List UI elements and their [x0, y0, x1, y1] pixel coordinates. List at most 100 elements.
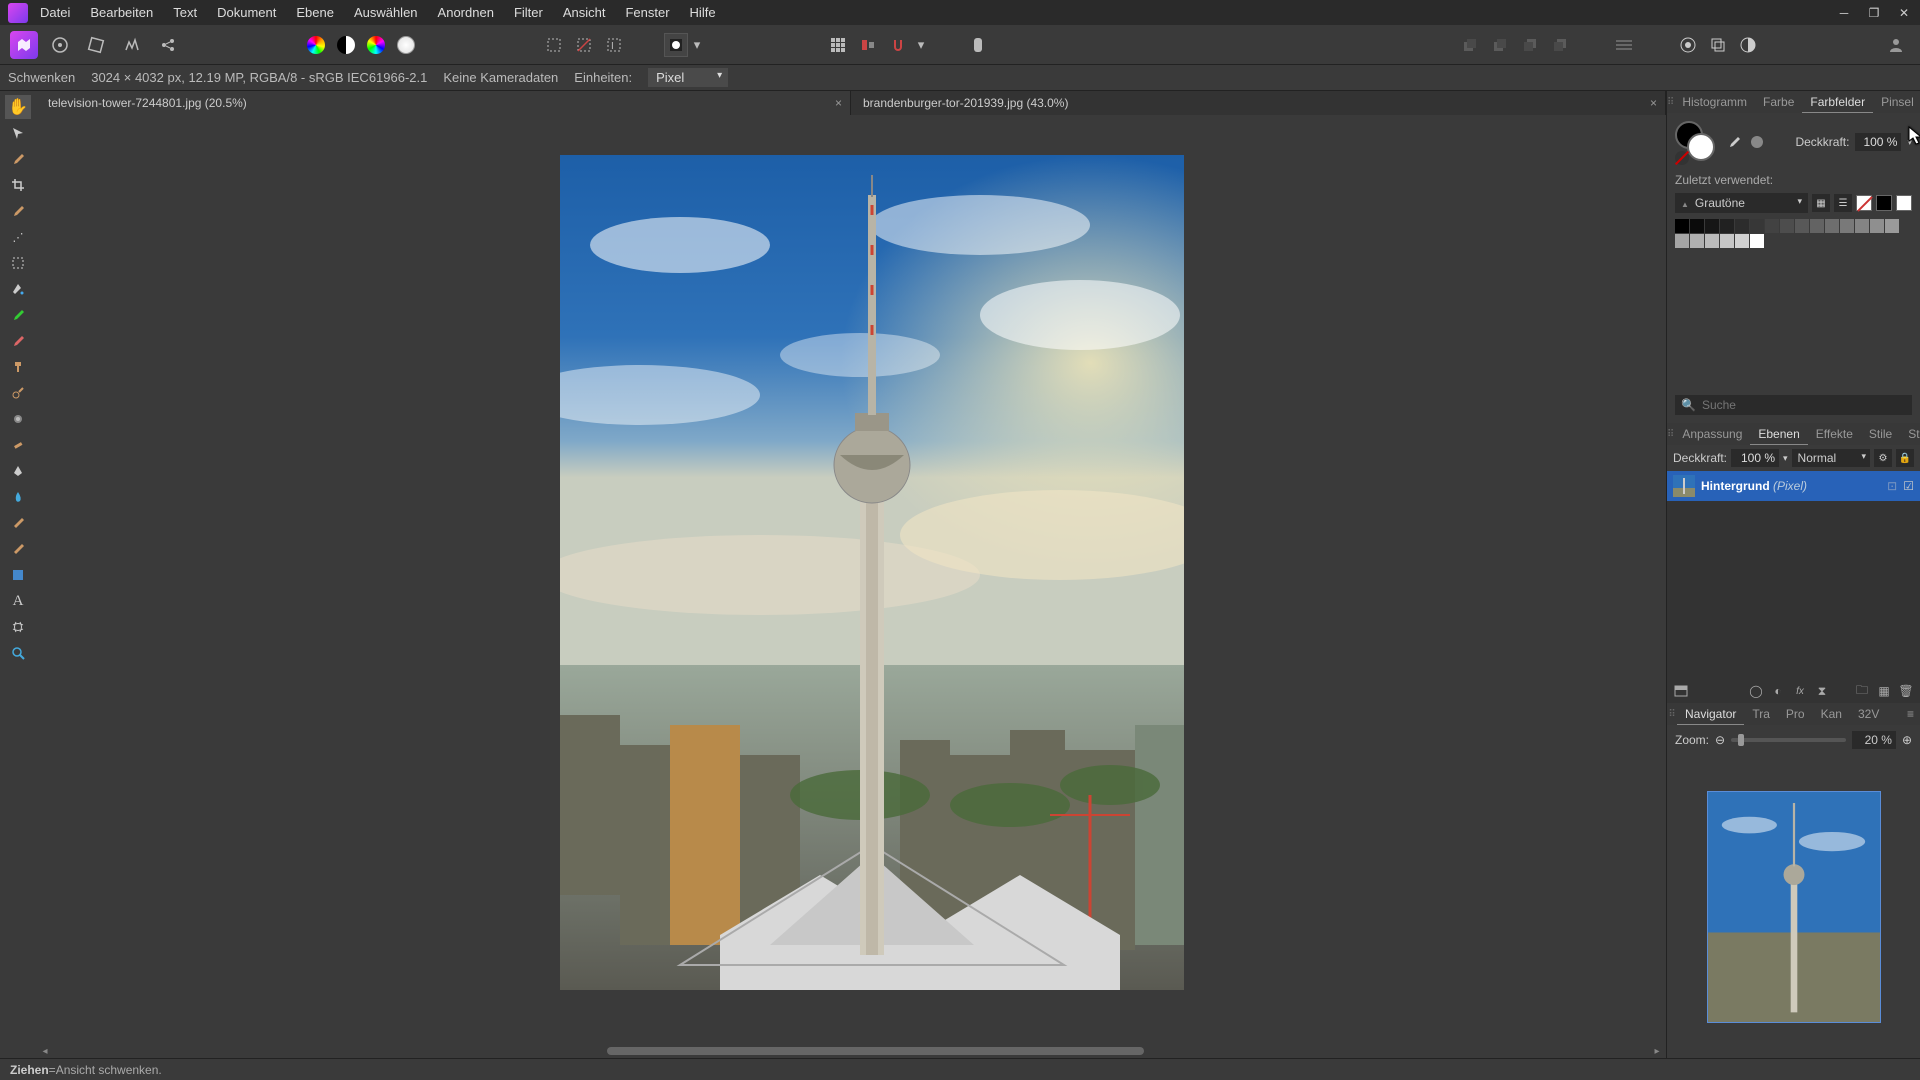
erase-tool-icon[interactable]: [5, 329, 31, 353]
gray-swatch[interactable]: [1750, 219, 1764, 233]
vertical-scrollbar[interactable]: [1652, 139, 1666, 1030]
menu-fenster[interactable]: Fenster: [625, 5, 669, 20]
add-pixel-layer-icon[interactable]: ▦: [1876, 683, 1892, 699]
tab-anpassung[interactable]: Anpassung: [1674, 424, 1750, 444]
gray-swatch[interactable]: [1825, 219, 1839, 233]
palette-list-icon[interactable]: ☰: [1834, 194, 1852, 212]
gray-swatch[interactable]: [1810, 219, 1824, 233]
close-button[interactable]: ✕: [1896, 5, 1912, 21]
paint-brush-tool-icon[interactable]: [5, 303, 31, 327]
hue-picker-icon[interactable]: [362, 31, 390, 59]
mesh-tool-icon[interactable]: [5, 615, 31, 639]
pen-tool-icon[interactable]: [5, 459, 31, 483]
gray-swatch[interactable]: [1735, 234, 1749, 248]
tab-pinsel[interactable]: Pinsel: [1873, 92, 1920, 112]
gray-swatch[interactable]: [1690, 234, 1704, 248]
eyedropper-icon[interactable]: [1727, 135, 1741, 149]
gray-swatch[interactable]: [1750, 234, 1764, 248]
layer-lock-icon[interactable]: 🔒: [1896, 449, 1914, 467]
gray-swatch[interactable]: [1780, 219, 1794, 233]
view-tool-icon[interactable]: ✋: [5, 95, 31, 119]
menu-toolbar-icon[interactable]: [1610, 31, 1638, 59]
persona-develop-icon[interactable]: [82, 31, 110, 59]
gradient-tool-icon[interactable]: [5, 537, 31, 561]
gray-swatch[interactable]: [1720, 234, 1734, 248]
menu-text[interactable]: Text: [173, 5, 197, 20]
gray-swatch[interactable]: [1720, 219, 1734, 233]
gray-swatch[interactable]: [1870, 219, 1884, 233]
gray-swatch[interactable]: [1765, 219, 1779, 233]
palette-dropdown[interactable]: Grautöne: [1675, 193, 1808, 213]
maximize-button[interactable]: ❐: [1866, 5, 1882, 21]
swatch-search-input[interactable]: [1702, 398, 1906, 412]
gray-swatch[interactable]: [1705, 234, 1719, 248]
panel-grip-icon[interactable]: ⠿: [1667, 97, 1674, 108]
menu-anordnen[interactable]: Anordnen: [438, 5, 494, 20]
horizontal-scrollbar[interactable]: ◂ ▸: [36, 1044, 1666, 1058]
adjustment-layer-icon[interactable]: ◐: [1770, 683, 1786, 699]
blend-mode-dropdown[interactable]: Normal: [1792, 449, 1870, 467]
layer-row[interactable]: Hintergrund (Pixel) ⊡ ☑: [1667, 471, 1920, 501]
menu-hilfe[interactable]: Hilfe: [690, 5, 716, 20]
marquee-tool-icon[interactable]: [5, 251, 31, 275]
rainbow-picker-icon[interactable]: [302, 31, 330, 59]
menu-filter[interactable]: Filter: [514, 5, 543, 20]
fx-layer-icon[interactable]: fx: [1792, 683, 1808, 699]
gray-swatch[interactable]: [1675, 234, 1689, 248]
zoom-slider[interactable]: [1731, 738, 1846, 742]
gray-swatch[interactable]: [1705, 219, 1719, 233]
quick-mask-icon[interactable]: I: [600, 31, 628, 59]
layer-visible-checkbox[interactable]: ☑: [1903, 479, 1914, 493]
units-dropdown[interactable]: Pixel: [648, 68, 728, 87]
gray-swatch[interactable]: [1735, 219, 1749, 233]
gray-swatch[interactable]: [1855, 219, 1869, 233]
clone-tool-icon[interactable]: [5, 355, 31, 379]
zoom-out-icon[interactable]: ⊖: [1715, 733, 1725, 747]
panel-grip-icon[interactable]: ⠿: [1667, 429, 1674, 440]
menu-datei[interactable]: Datei: [40, 5, 70, 20]
crop-tool-icon[interactable]: [5, 173, 31, 197]
assistant-icon[interactable]: [964, 31, 992, 59]
color-picker-tool-icon[interactable]: [5, 147, 31, 171]
black-swatch[interactable]: [1876, 195, 1892, 211]
menu-dokument[interactable]: Dokument: [217, 5, 276, 20]
tab-histogramm[interactable]: Histogramm: [1674, 92, 1755, 112]
brush-tool-icon[interactable]: [5, 199, 31, 223]
no-fill-swatch[interactable]: [1856, 195, 1872, 211]
text-tool-icon[interactable]: A: [5, 589, 31, 613]
menu-bearbeiten[interactable]: Bearbeiten: [90, 5, 153, 20]
tab-transform[interactable]: Tra: [1744, 704, 1778, 724]
snap-dropdown-icon[interactable]: ▾: [914, 31, 928, 59]
zoom-tool-icon[interactable]: [5, 641, 31, 665]
smudge-tool-icon[interactable]: [5, 485, 31, 509]
tab-effekte[interactable]: Effekte: [1808, 424, 1861, 444]
tab-farbfelder[interactable]: Farbfelder: [1802, 92, 1873, 113]
live-filter-icon[interactable]: ⧗: [1814, 683, 1830, 699]
opacity-input[interactable]: 100 %: [1855, 133, 1901, 151]
scroll-left-icon[interactable]: ◂: [38, 1044, 52, 1058]
deselect-icon[interactable]: [570, 31, 598, 59]
mask-dropdown-icon[interactable]: ▾: [690, 31, 704, 59]
account-icon[interactable]: [1882, 31, 1910, 59]
mask-layer-icon[interactable]: ◯: [1748, 683, 1764, 699]
cloud-3-icon[interactable]: [1734, 31, 1762, 59]
gray-swatch[interactable]: [1885, 219, 1899, 233]
opacity-dropdown-icon[interactable]: ▾: [1783, 453, 1788, 464]
shape-tool-icon[interactable]: [5, 563, 31, 587]
cloud-1-icon[interactable]: [1674, 31, 1702, 59]
persona-photo-icon[interactable]: [10, 31, 38, 59]
menu-auswaehlen[interactable]: Auswählen: [354, 5, 418, 20]
close-icon[interactable]: ×: [1650, 96, 1657, 110]
layer-link-icon[interactable]: ⊡: [1887, 479, 1897, 493]
persona-liquify-icon[interactable]: [46, 31, 74, 59]
move-tool-icon[interactable]: [5, 121, 31, 145]
tab-stile[interactable]: Stile: [1861, 424, 1900, 444]
cloud-2-icon[interactable]: [1704, 31, 1732, 59]
selection-brush-tool-icon[interactable]: ⋰: [5, 225, 31, 249]
tab-32v[interactable]: 32V: [1850, 704, 1887, 724]
scroll-thumb[interactable]: [607, 1047, 1145, 1055]
menu-ebene[interactable]: Ebene: [296, 5, 334, 20]
align-icon[interactable]: [854, 31, 882, 59]
fg-bg-color-swatch[interactable]: [1675, 121, 1717, 163]
group-layer-icon[interactable]: 🗀: [1854, 683, 1870, 699]
